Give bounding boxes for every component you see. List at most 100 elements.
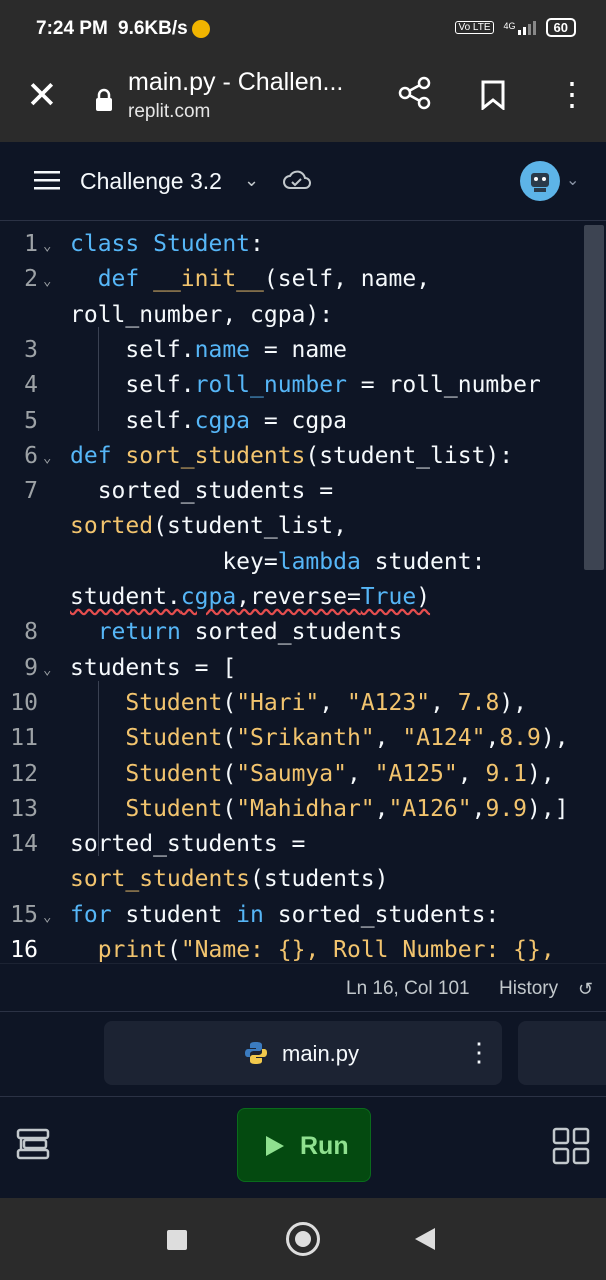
- line-number: 16: [10, 937, 38, 963]
- code-line[interactable]: student.cgpa,reverse=True): [0, 580, 606, 615]
- code-token: 8.9: [499, 725, 541, 752]
- cloud-saved-icon: [283, 170, 311, 197]
- code-line[interactable]: 11 Student("Srikanth", "A124",8.9),: [0, 721, 606, 756]
- bottom-toolbar: Run: [0, 1096, 606, 1199]
- code-text: students = [: [70, 651, 236, 686]
- tab-secondary[interactable]: [518, 1021, 606, 1085]
- code-line[interactable]: 12 Student("Saumya", "A125", 9.1),: [0, 757, 606, 792]
- system-nav-bar: [0, 1198, 606, 1280]
- lock-icon[interactable]: [94, 88, 114, 117]
- code-line[interactable]: 5 self.cgpa = cgpa: [0, 404, 606, 439]
- code-text: for student in sorted_students:: [70, 898, 499, 933]
- code-token: student:: [360, 548, 486, 575]
- line-number: 5: [24, 407, 38, 434]
- code-token: Student: [125, 795, 223, 822]
- code-token: "Hari": [236, 689, 320, 716]
- code-line[interactable]: 7 sorted_students =: [0, 474, 606, 509]
- code-editor[interactable]: 1 ⌄ class Student: 2 ⌄ def __init__(self, na…: [0, 221, 606, 963]
- code-line[interactable]: 1 ⌄ class Student:: [0, 227, 606, 262]
- fold-chevron-icon[interactable]: ⌄: [43, 229, 51, 264]
- tab-options-icon[interactable]: ⋮: [466, 1037, 492, 1068]
- code-line[interactable]: 9 ⌄ students = [: [0, 651, 606, 686]
- code-token: ,: [319, 689, 347, 716]
- line-number: 1: [24, 231, 38, 257]
- code-token: key=: [70, 548, 278, 575]
- code-token: (student_list,: [153, 513, 347, 540]
- avatar[interactable]: [520, 161, 560, 201]
- code-line[interactable]: 8 return sorted_students: [0, 615, 606, 650]
- code-line[interactable]: 15 ⌄ for student in sorted_students:: [0, 898, 606, 933]
- battery-icon: 60: [545, 18, 576, 37]
- code-token: Student: [125, 760, 223, 787]
- back-icon[interactable]: [415, 1228, 435, 1250]
- code-line[interactable]: sorted(student_list,: [0, 509, 606, 544]
- code-line[interactable]: 16 print("Name: {}, Roll Number: {},: [0, 933, 606, 963]
- fold-chevron-icon[interactable]: ⌄: [43, 653, 51, 688]
- recents-icon[interactable]: [167, 1230, 187, 1250]
- code-token: sorted_students: [180, 619, 403, 646]
- page-url[interactable]: replit.com: [128, 101, 210, 123]
- more-options-icon[interactable]: ⋮: [556, 78, 588, 110]
- code-token: "Mahidhar": [236, 795, 375, 822]
- menu-icon[interactable]: [34, 170, 60, 195]
- repl-name[interactable]: Challenge 3.2: [80, 168, 222, 195]
- code-line[interactable]: 3 self.name = name: [0, 333, 606, 368]
- code-token: self.: [70, 407, 195, 434]
- fold-chevron-icon[interactable]: ⌄: [43, 441, 51, 476]
- code-token: lambda: [277, 548, 361, 575]
- share-icon[interactable]: [398, 76, 432, 115]
- code-line[interactable]: sort_students(students): [0, 862, 606, 897]
- line-number: 6: [24, 442, 38, 469]
- code-token: 9.9: [485, 795, 528, 822]
- chevron-down-icon[interactable]: ⌄: [566, 170, 579, 190]
- code-text: self.roll_number = roll_number: [70, 368, 541, 403]
- fold-chevron-icon[interactable]: ⌄: [43, 900, 51, 935]
- code-line[interactable]: 6 ⌄ def sort_students(student_list):: [0, 439, 606, 474]
- code-token: :: [250, 231, 264, 257]
- code-text: student.cgpa,reverse=True): [70, 580, 430, 615]
- code-line[interactable]: 2 ⌄ def __init__(self, name,: [0, 262, 606, 297]
- line-number: 13: [10, 795, 38, 822]
- code-line[interactable]: roll_number, cgpa):: [0, 298, 606, 333]
- code-text: Student("Mahidhar","A126",9.9),]: [70, 792, 568, 827]
- code-text: return sorted_students: [70, 615, 403, 650]
- code-line[interactable]: 4 self.roll_number = roll_number: [0, 368, 606, 403]
- code-token: __init__: [153, 266, 264, 293]
- line-number: 7: [24, 478, 38, 505]
- code-text: Student("Hari", "A123", 7.8),: [70, 686, 527, 721]
- run-label: Run: [300, 1132, 349, 1160]
- volte-icon: Vo LTE: [455, 21, 494, 34]
- history-icon[interactable]: ↺: [578, 979, 593, 1000]
- tools-icon[interactable]: [16, 1127, 50, 1166]
- code-line[interactable]: 14 sorted_students =: [0, 827, 606, 862]
- code-token: ,: [485, 725, 500, 752]
- chevron-down-icon[interactable]: ⌄: [244, 170, 259, 191]
- code-text: self.cgpa = cgpa: [70, 404, 347, 439]
- code-line[interactable]: 13 Student("Mahidhar","A126",9.9),]: [0, 792, 606, 827]
- line-number: 3: [24, 336, 38, 363]
- code-text: sorted(student_list,: [70, 509, 347, 544]
- code-token: = roll_number: [346, 372, 541, 399]
- history-button[interactable]: History: [499, 978, 558, 1000]
- code-token: (: [222, 795, 237, 822]
- home-icon[interactable]: [286, 1222, 320, 1256]
- line-number: 8: [24, 619, 38, 646]
- grid-icon[interactable]: [552, 1127, 590, 1170]
- notification-icon: [192, 20, 210, 38]
- fold-chevron-icon[interactable]: ⌄: [43, 264, 51, 299]
- code-line[interactable]: key=lambda student:: [0, 545, 606, 580]
- code-token: print: [97, 937, 167, 963]
- code-token: cgpa: [180, 584, 237, 610]
- run-button[interactable]: Run: [237, 1108, 371, 1182]
- tab-main-py[interactable]: main.py ⋮: [104, 1021, 502, 1085]
- code-token: ),: [499, 689, 528, 716]
- code-token: ,: [374, 795, 389, 822]
- line-number: 12: [10, 760, 38, 787]
- bookmark-icon[interactable]: [480, 80, 506, 115]
- code-line[interactable]: 10 Student("Hari", "A123", 7.8),: [0, 686, 606, 721]
- line-number: 2: [24, 266, 38, 293]
- close-icon[interactable]: ✕: [26, 76, 58, 116]
